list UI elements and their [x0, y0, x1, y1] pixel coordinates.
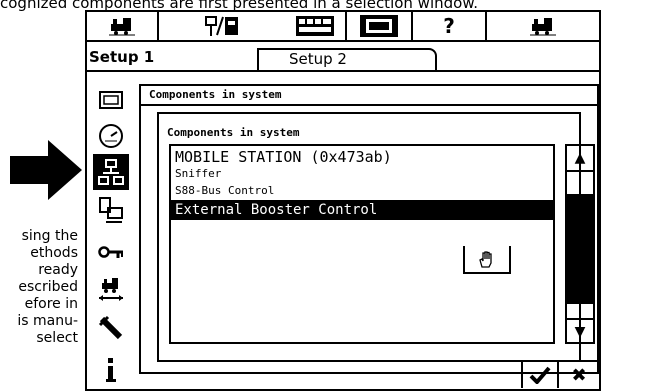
side-gauge-button[interactable]: [93, 118, 129, 154]
computer-icon: [99, 197, 123, 223]
list-item[interactable]: S88-Bus Control: [171, 184, 553, 197]
gauge-icon: [99, 124, 123, 148]
side-display-button[interactable]: [93, 82, 129, 118]
side-tool-button[interactable]: [93, 310, 129, 346]
display-icon: [99, 91, 123, 109]
checkmark-icon: [529, 366, 551, 384]
hand-icon: [479, 251, 492, 268]
close-button[interactable]: ✖: [557, 360, 599, 388]
tab-setup-1[interactable]: Setup 1: [89, 48, 249, 70]
tab-divider: [87, 70, 599, 72]
manual-side-line: efore in: [24, 296, 78, 312]
toolbar-loco2-button[interactable]: [487, 12, 599, 42]
tab-setup-2[interactable]: Setup 2: [257, 48, 437, 70]
group-title: Components in system: [167, 126, 300, 139]
side-track-loco-button[interactable]: [93, 272, 129, 308]
manual-side-line: is manu-: [17, 313, 78, 329]
screen-icon: [360, 15, 398, 37]
scroll-up-button[interactable]: ▲: [567, 146, 593, 172]
toolbar-screen-button[interactable]: [347, 12, 413, 42]
toolbar-keyboard-button[interactable]: [285, 12, 347, 42]
toolbar-help-button[interactable]: ?: [413, 12, 487, 42]
scroll-thumb[interactable]: [567, 194, 593, 304]
keyboard-icon: [296, 16, 334, 36]
manual-side-line: ethods: [30, 245, 78, 261]
key-icon: [98, 246, 123, 258]
manual-side-text: sing the ethods ready escribed efore in …: [0, 228, 78, 347]
list-item-selected[interactable]: External Booster Control: [171, 200, 553, 220]
manual-side-line: select: [36, 330, 78, 346]
list-item[interactable]: Sniffer: [171, 167, 553, 180]
toolbar-signal-button[interactable]: [159, 12, 285, 42]
device-screen: ? Setup 1 Setup 2 Components in system C…: [85, 10, 601, 391]
side-key-button[interactable]: [93, 234, 129, 270]
signal-switch-icon: [205, 16, 238, 36]
components-dialog: Components in system Components in syste…: [139, 84, 599, 374]
network-icon: [98, 159, 124, 185]
manual-side-line: escribed: [18, 279, 78, 295]
side-computer-button[interactable]: [93, 192, 129, 228]
toolbar: ?: [87, 12, 599, 42]
locomotive-icon: [530, 18, 556, 36]
track-loco-icon: [99, 278, 123, 301]
toolbar-loco-button[interactable]: [87, 12, 159, 42]
ok-button[interactable]: [521, 360, 557, 388]
dialog-title: Components in system: [149, 88, 282, 101]
manual-side-line: ready: [38, 262, 78, 278]
tool-icon: [98, 315, 123, 340]
pointer-arrow-icon: [10, 140, 82, 200]
manual-side-line: sing the: [21, 228, 78, 244]
side-info-button[interactable]: [93, 352, 129, 388]
list-scrollbar[interactable]: ▲ ▼: [565, 144, 595, 344]
locomotive-icon: [109, 18, 135, 36]
scroll-down-button[interactable]: ▼: [567, 318, 593, 344]
info-icon: [106, 358, 116, 382]
dialog-title-divider: [141, 104, 597, 106]
drag-hand-button[interactable]: [463, 246, 511, 274]
side-network-button[interactable]: [93, 154, 129, 190]
list-item[interactable]: MOBILE STATION (0x473ab): [171, 148, 553, 166]
components-list[interactable]: MOBILE STATION (0x473ab) Sniffer S88-Bus…: [169, 144, 555, 344]
